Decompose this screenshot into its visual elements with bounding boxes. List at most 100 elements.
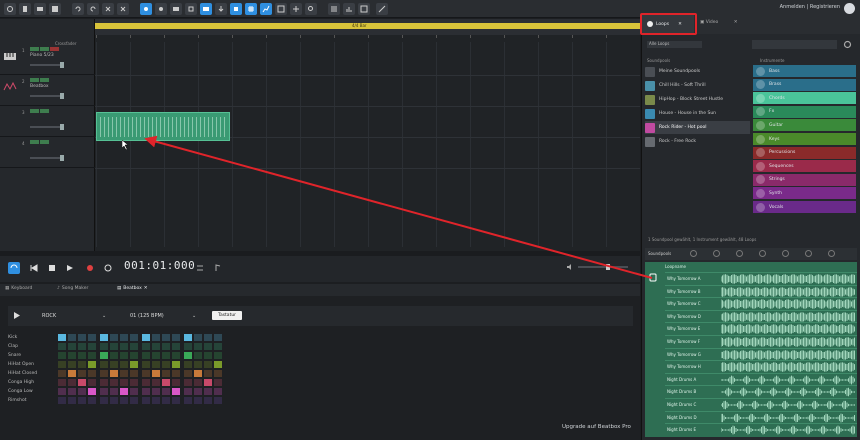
instrument-item[interactable]: Guitar — [753, 119, 856, 132]
gear-icon[interactable] — [843, 40, 852, 49]
beat-pad[interactable] — [100, 397, 108, 404]
beat-pad[interactable] — [142, 379, 150, 386]
beat-pad[interactable] — [184, 388, 192, 395]
loop-row[interactable]: Why Tomorrow G — [665, 347, 857, 361]
loop-filter-select[interactable]: Alle Loops — [647, 41, 702, 48]
track-controls[interactable] — [30, 78, 49, 82]
instrument-item[interactable]: Bass — [753, 65, 856, 77]
loop-row[interactable]: Night Drums D — [665, 410, 857, 424]
new-file-icon[interactable] — [19, 3, 31, 15]
tab-video[interactable]: ▣ Video ✕ — [700, 20, 738, 25]
beat-pad[interactable] — [100, 379, 108, 386]
beat-pad[interactable] — [100, 388, 108, 395]
track-volume-slider[interactable] — [30, 124, 64, 130]
stop-icon[interactable] — [46, 262, 58, 274]
beat-pad[interactable] — [162, 397, 170, 404]
track-1[interactable]: 1 Piano 5/23 — [0, 45, 95, 75]
beat-pad[interactable] — [110, 334, 118, 341]
beat-pad[interactable] — [68, 352, 76, 359]
row-label[interactable]: Kick — [8, 335, 17, 340]
keyboard-toggle-button[interactable]: Tastatur — [212, 311, 242, 320]
beat-pad[interactable] — [68, 343, 76, 350]
tool-icon[interactable] — [376, 3, 388, 15]
master-volume-slider[interactable] — [578, 264, 628, 270]
instrument-item[interactable]: Sequences — [753, 160, 856, 173]
beat-pad[interactable] — [110, 370, 118, 377]
track-3[interactable]: 3 — [0, 107, 95, 137]
instrument-item[interactable]: Vocals — [753, 201, 856, 213]
track-volume-slider[interactable] — [30, 93, 64, 99]
track-volume-slider[interactable] — [30, 62, 64, 68]
beat-pad[interactable] — [120, 361, 128, 368]
loop-row[interactable]: Why Tomorrow C — [665, 297, 857, 310]
row-label[interactable]: HiHat Closed — [8, 371, 37, 376]
metronome-icon[interactable] — [102, 262, 114, 274]
loop-row[interactable]: Night Drums A — [665, 372, 857, 386]
save-icon[interactable] — [49, 3, 61, 15]
beat-pad[interactable] — [162, 361, 170, 368]
beat-pad[interactable] — [58, 370, 66, 377]
beat-pad[interactable] — [130, 370, 138, 377]
beat-pad[interactable] — [184, 361, 192, 368]
beat-pad[interactable] — [162, 352, 170, 359]
beat-pad[interactable] — [88, 334, 96, 341]
grid-icon[interactable] — [245, 3, 257, 15]
speaker-icon[interactable] — [567, 264, 573, 270]
beat-pad[interactable] — [130, 361, 138, 368]
instrument-item[interactable]: Keys — [753, 133, 856, 145]
login-link[interactable]: Anmelden | Registrieren — [780, 4, 840, 10]
beat-pad[interactable] — [142, 352, 150, 359]
beat-pad[interactable] — [194, 379, 202, 386]
beat-pad[interactable] — [130, 379, 138, 386]
tab-song-maker[interactable]: ♪ Song Maker — [57, 286, 88, 291]
beat-pad[interactable] — [152, 379, 160, 386]
beat-pad[interactable] — [120, 397, 128, 404]
beat-pad[interactable] — [152, 334, 160, 341]
beat-pad[interactable] — [152, 352, 160, 359]
beat-pad[interactable] — [162, 334, 170, 341]
beat-pad[interactable] — [214, 388, 222, 395]
beat-pad[interactable] — [172, 361, 180, 368]
beat-pad[interactable] — [78, 397, 86, 404]
beat-pad[interactable] — [120, 334, 128, 341]
beat-pad[interactable] — [194, 343, 202, 350]
beat-pad[interactable] — [172, 352, 180, 359]
beat-pad[interactable] — [214, 370, 222, 377]
beat-pad[interactable] — [58, 343, 66, 350]
tempo-icon[interactable] — [194, 262, 206, 274]
tab-keyboard[interactable]: ▦ Keyboard — [5, 286, 32, 291]
beat-pad[interactable] — [172, 334, 180, 341]
beat-pad[interactable] — [194, 397, 202, 404]
track-name[interactable]: Beatbox — [30, 84, 49, 89]
beat-pad[interactable] — [204, 388, 212, 395]
filter-dot-icon[interactable] — [782, 250, 789, 257]
beat-pad[interactable] — [152, 397, 160, 404]
beat-pad[interactable] — [184, 397, 192, 404]
mixer-icon[interactable] — [328, 3, 340, 15]
beat-pad[interactable] — [204, 334, 212, 341]
beat-pad[interactable] — [88, 397, 96, 404]
instrument-item[interactable]: Percussions — [753, 146, 856, 159]
beat-pad[interactable] — [142, 361, 150, 368]
beat-pad[interactable] — [110, 361, 118, 368]
beat-pad[interactable] — [130, 352, 138, 359]
beat-pad[interactable] — [142, 343, 150, 350]
instrument-item[interactable]: Synth — [753, 187, 856, 200]
filter-dot-icon[interactable] — [736, 250, 743, 257]
draw-mode-icon[interactable] — [155, 3, 167, 15]
track-4[interactable]: 4 — [0, 138, 95, 168]
loop-row[interactable]: Why Tomorrow E — [665, 322, 857, 335]
soundpool-item[interactable]: Rock - Free Rock — [645, 135, 750, 148]
beat-pad[interactable] — [78, 361, 86, 368]
beat-pad[interactable] — [110, 397, 118, 404]
close-icon[interactable]: ✕ — [144, 286, 148, 291]
beat-pad[interactable] — [162, 370, 170, 377]
beat-pad[interactable] — [184, 334, 192, 341]
track-name[interactable]: Piano 5/23 — [30, 53, 54, 58]
beat-pad[interactable] — [194, 352, 202, 359]
beat-pad[interactable] — [130, 343, 138, 350]
loop-range-bar[interactable] — [95, 23, 640, 29]
soundpool-item[interactable]: Meine Soundpools — [645, 65, 750, 78]
beat-pad[interactable] — [142, 370, 150, 377]
loop-row[interactable]: Why Tomorrow H — [665, 360, 857, 373]
